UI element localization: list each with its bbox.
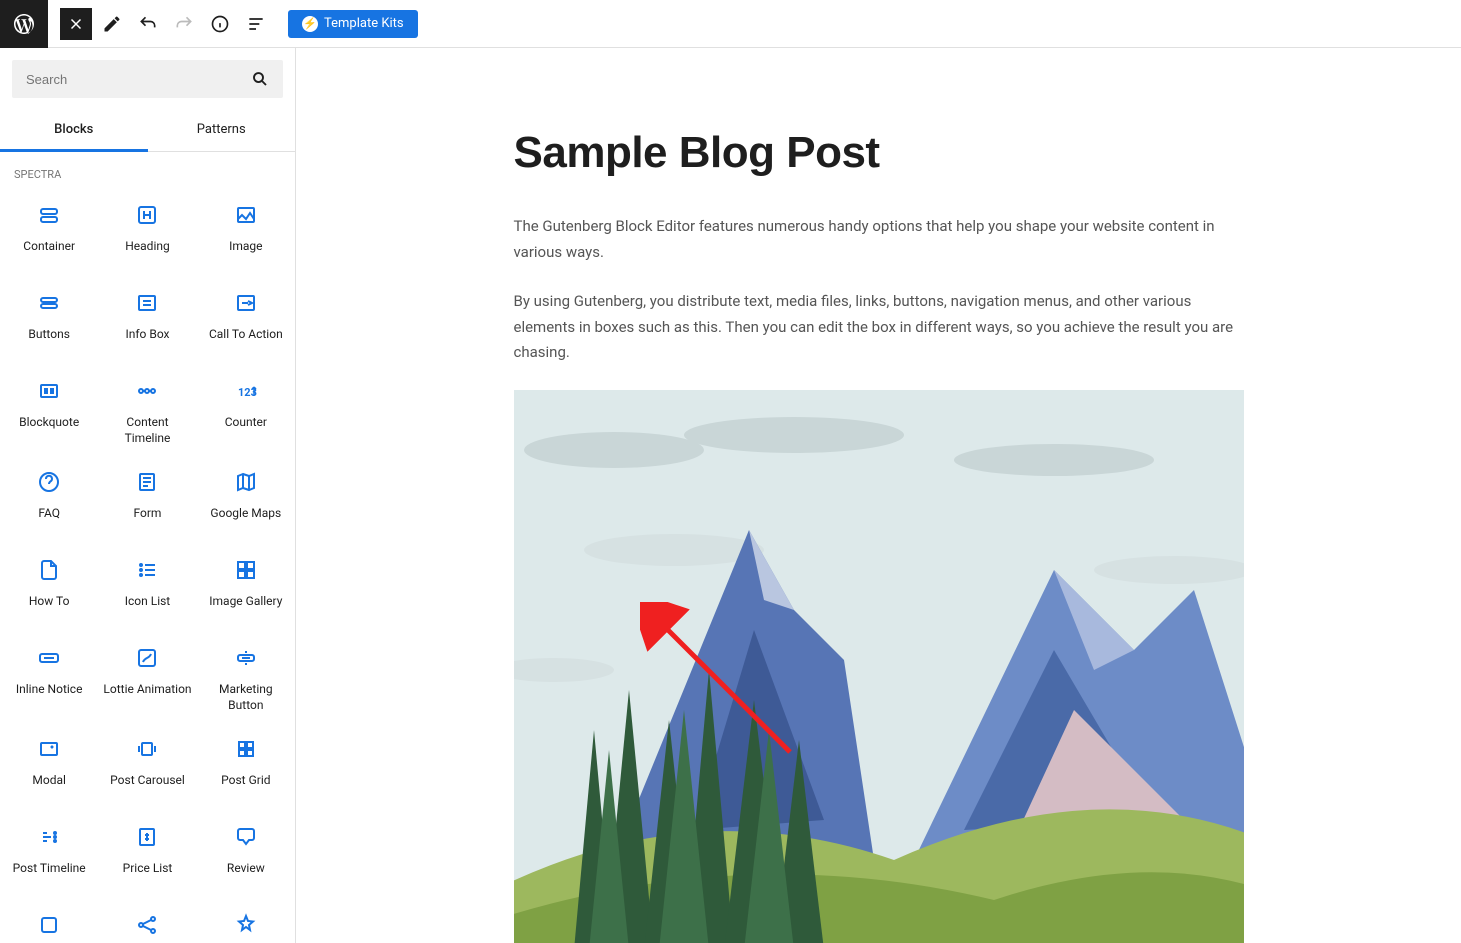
block-price-list[interactable]: Price List	[98, 811, 196, 899]
featured-image[interactable]	[514, 390, 1244, 943]
block-inserter-panel: Blocks Patterns SPECTRA Container Headin…	[0, 48, 296, 943]
block-icon-list[interactable]: Icon List	[98, 544, 196, 632]
info-box-icon	[135, 291, 159, 315]
tab-patterns[interactable]: Patterns	[148, 110, 296, 151]
block-image-gallery[interactable]: Image Gallery	[197, 544, 295, 632]
block-heading[interactable]: Heading	[98, 189, 196, 277]
block-inline-notice[interactable]: Inline Notice	[0, 632, 98, 723]
info-icon[interactable]	[204, 8, 236, 40]
map-icon	[234, 470, 258, 494]
howto-icon	[37, 558, 61, 582]
search-input[interactable]	[26, 72, 251, 87]
timeline-icon	[135, 379, 159, 403]
block-marketing-button[interactable]: Marketing Button	[197, 632, 295, 723]
block-lottie[interactable]: Lottie Animation	[98, 632, 196, 723]
post-title[interactable]: Sample Blog Post	[514, 128, 1244, 178]
cta-icon	[234, 291, 258, 315]
top-toolbar: ⚡ Template Kits	[0, 0, 1461, 48]
close-inserter-button[interactable]	[60, 8, 92, 40]
counter-icon: 123	[234, 379, 258, 403]
blockquote-icon	[37, 379, 61, 403]
block-list[interactable]: SPECTRA Container Heading Image Buttons …	[0, 152, 295, 943]
container-icon	[37, 203, 61, 227]
block-faq[interactable]: FAQ	[0, 456, 98, 544]
block-extra-3[interactable]	[197, 899, 295, 943]
faq-icon	[37, 470, 61, 494]
block-content-timeline[interactable]: Content Timeline	[98, 365, 196, 456]
paragraph-1[interactable]: The Gutenberg Block Editor features nume…	[514, 214, 1244, 265]
bolt-icon: ⚡	[302, 16, 318, 32]
grid-icon	[234, 737, 258, 761]
list-view-icon[interactable]	[240, 8, 272, 40]
review-icon	[234, 825, 258, 849]
block-image[interactable]: Image	[197, 189, 295, 277]
category-label: SPECTRA	[0, 152, 295, 189]
block-blockquote[interactable]: Blockquote	[0, 365, 98, 456]
tab-blocks[interactable]: Blocks	[0, 110, 148, 152]
form-icon	[135, 470, 159, 494]
notice-icon	[37, 646, 61, 670]
block-form[interactable]: Form	[98, 456, 196, 544]
block-review[interactable]: Review	[197, 811, 295, 899]
undo-icon[interactable]	[132, 8, 164, 40]
post-timeline-icon	[37, 825, 61, 849]
block-how-to[interactable]: How To	[0, 544, 98, 632]
carousel-icon	[135, 737, 159, 761]
star-icon	[234, 913, 258, 937]
modal-icon	[37, 737, 61, 761]
redo-icon[interactable]	[168, 8, 200, 40]
pricelist-icon	[135, 825, 159, 849]
editor-canvas[interactable]: Sample Blog Post The Gutenberg Block Edi…	[296, 48, 1461, 943]
block-counter[interactable]: 123Counter	[197, 365, 295, 456]
block-container[interactable]: Container	[0, 189, 98, 277]
marketing-icon	[234, 646, 258, 670]
search-input-wrapper[interactable]	[12, 60, 283, 98]
lottie-icon	[135, 646, 159, 670]
gallery-icon	[234, 558, 258, 582]
block-cta[interactable]: Call To Action	[197, 277, 295, 365]
buttons-icon	[37, 291, 61, 315]
block-extra-2[interactable]	[98, 899, 196, 943]
image-icon	[234, 203, 258, 227]
block-post-carousel[interactable]: Post Carousel	[98, 723, 196, 811]
block-post-grid[interactable]: Post Grid	[197, 723, 295, 811]
icon-list-icon	[135, 558, 159, 582]
heading-icon	[135, 203, 159, 227]
block-buttons[interactable]: Buttons	[0, 277, 98, 365]
block-google-maps[interactable]: Google Maps	[197, 456, 295, 544]
paragraph-2[interactable]: By using Gutenberg, you distribute text,…	[514, 289, 1244, 366]
wordpress-logo[interactable]	[0, 0, 48, 48]
edit-icon[interactable]	[96, 8, 128, 40]
block-post-timeline[interactable]: Post Timeline	[0, 811, 98, 899]
search-icon	[251, 70, 269, 88]
share-icon	[135, 913, 159, 937]
template-kits-button[interactable]: ⚡ Template Kits	[288, 10, 418, 38]
extra-icon	[37, 913, 61, 937]
template-kits-label: Template Kits	[324, 16, 404, 31]
block-info-box[interactable]: Info Box	[98, 277, 196, 365]
block-modal[interactable]: Modal	[0, 723, 98, 811]
block-extra-1[interactable]	[0, 899, 98, 943]
